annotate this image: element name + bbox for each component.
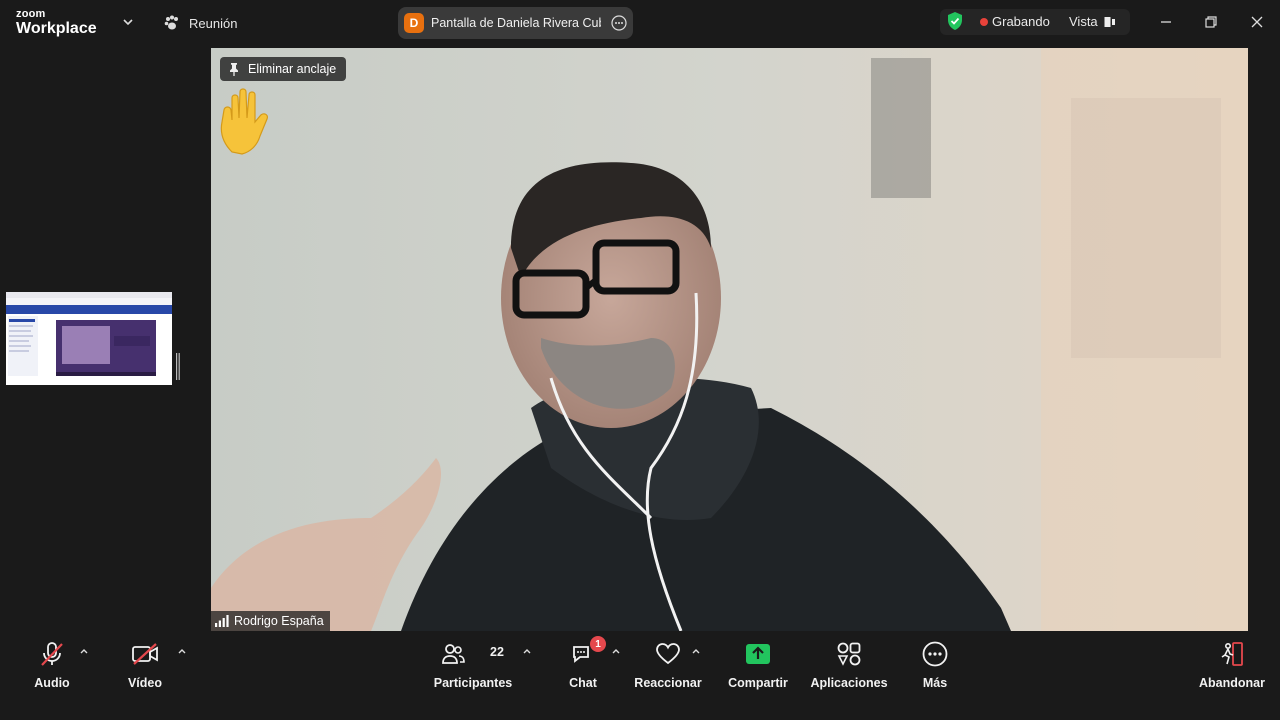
- participant-video-frame: [211, 48, 1248, 631]
- meeting-label: Reunión: [189, 15, 238, 31]
- participants-icon: [442, 644, 465, 664]
- meeting-info-button[interactable]: Reunión: [163, 12, 237, 34]
- close-icon[interactable]: [1245, 10, 1269, 34]
- audio-label: Audio: [34, 676, 70, 690]
- chat-button[interactable]: 1 Chat: [563, 636, 606, 690]
- share-screen-icon: [746, 644, 770, 664]
- video-label: Vídeo: [127, 676, 163, 690]
- microphone-muted-icon: [41, 642, 63, 666]
- leave-label: Abandonar: [1199, 676, 1265, 690]
- recording-label: Grabando: [992, 14, 1050, 29]
- resize-handle[interactable]: [176, 353, 180, 380]
- view-label: Vista: [1069, 14, 1098, 29]
- react-button[interactable]: Reaccionar: [634, 640, 702, 690]
- leave-door-icon: [1221, 642, 1243, 666]
- chevron-down-icon[interactable]: [120, 14, 136, 30]
- screen-share-pill[interactable]: D Pantalla de Daniela Rivera Cubillos: [398, 7, 633, 39]
- chat-label: Chat: [569, 676, 597, 690]
- participant-name: Rodrigo España: [234, 614, 324, 628]
- record-dot-icon: [980, 17, 988, 26]
- audio-button[interactable]: Audio: [30, 640, 74, 690]
- chat-options-caret[interactable]: [611, 646, 621, 656]
- shared-screen-thumbnail[interactable]: [6, 292, 172, 385]
- chat-unread-badge: 1: [590, 636, 606, 652]
- zoom-logo: zoom Workplace: [16, 9, 97, 37]
- video-button[interactable]: Vídeo: [120, 640, 170, 690]
- paw-icon: [164, 15, 178, 30]
- recording-indicator[interactable]: Grabando: [980, 14, 1050, 29]
- logo-top-text: zoom: [16, 8, 46, 20]
- react-label: Reaccionar: [634, 676, 702, 690]
- unpin-label: Eliminar anclaje: [248, 62, 337, 76]
- heart-icon: [656, 643, 680, 665]
- apps-icon: [837, 642, 861, 666]
- shared-screen-preview: [6, 292, 172, 385]
- unpin-button[interactable]: Eliminar anclaje: [220, 57, 347, 81]
- raised-hand-icon: [220, 88, 268, 155]
- more-label: Más: [922, 676, 948, 690]
- participants-options-caret[interactable]: [522, 646, 532, 656]
- logo-bottom-text: Workplace: [16, 20, 97, 37]
- active-speaker-video[interactable]: [211, 48, 1248, 631]
- more-button[interactable]: Más: [920, 640, 950, 690]
- leave-button[interactable]: Abandonar: [1199, 640, 1265, 690]
- more-options-icon[interactable]: [611, 15, 627, 31]
- shield-check-icon[interactable]: [946, 11, 964, 31]
- share-screen-button[interactable]: Compartir: [728, 640, 788, 690]
- view-button[interactable]: Vista: [1069, 14, 1116, 29]
- share-screen-label: Compartir: [728, 676, 788, 690]
- more-icon: [922, 641, 948, 667]
- video-camera-off-icon: [132, 643, 158, 665]
- participants-count: 22: [490, 645, 504, 659]
- react-options-caret[interactable]: [691, 646, 701, 656]
- share-title: Pantalla de Daniela Rivera Cubillos: [431, 16, 601, 30]
- video-options-caret[interactable]: [177, 646, 187, 656]
- sharer-avatar: D: [404, 13, 424, 33]
- pin-icon: [230, 63, 238, 76]
- view-layout-icon: [1104, 16, 1115, 27]
- apps-button[interactable]: Aplicaciones: [810, 640, 888, 690]
- participants-label: Participantes: [433, 676, 513, 690]
- participant-name-tag: Rodrigo España: [211, 611, 330, 631]
- apps-label: Aplicaciones: [810, 676, 888, 690]
- signal-strength-icon: [215, 615, 229, 627]
- minimize-icon[interactable]: [1154, 10, 1178, 34]
- restore-icon[interactable]: [1199, 10, 1223, 34]
- audio-options-caret[interactable]: [79, 646, 89, 656]
